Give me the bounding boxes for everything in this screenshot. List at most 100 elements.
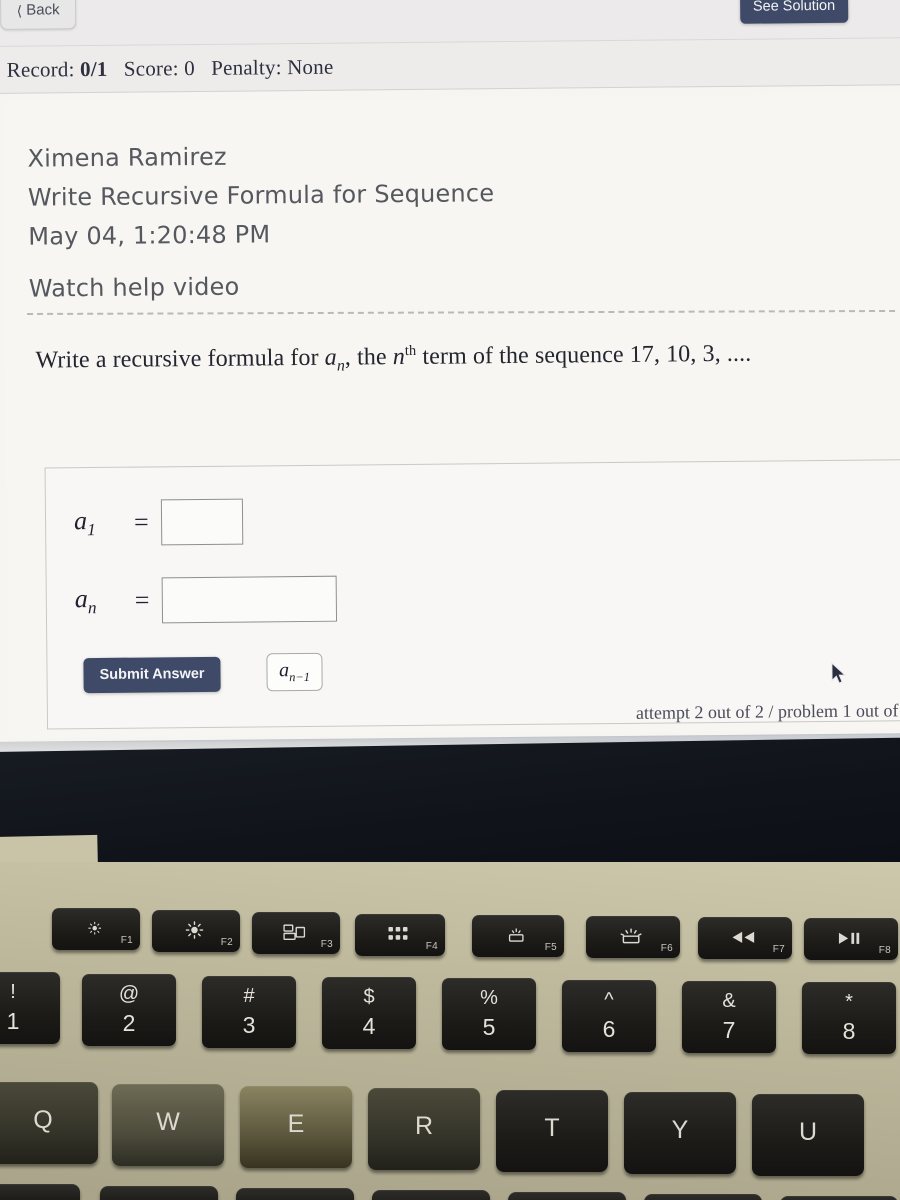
key-2-shift-label: @ xyxy=(118,983,140,1005)
palette-expression: an−1 xyxy=(279,659,311,685)
answer-card: a1 = an = Submit Answer an−1 attempt 2 o… xyxy=(44,459,900,730)
key-2-label: 2 xyxy=(122,1010,136,1036)
key-f2-label: F2 xyxy=(220,937,233,948)
key-f8[interactable]: F8 xyxy=(804,918,898,960)
key-7-label: 7 xyxy=(722,1017,736,1043)
key-y-label: Y xyxy=(671,1116,689,1144)
key-5[interactable]: % 5 xyxy=(442,978,536,1050)
assignment-timestamp: May 04, 1:20:48 PM xyxy=(28,220,271,251)
key-e[interactable]: E xyxy=(240,1086,352,1168)
a1-input[interactable] xyxy=(160,498,243,546)
key-1-label: 1 xyxy=(6,1008,20,1034)
key-1-shift-label: ! xyxy=(10,981,16,1003)
app-page: ⟨ Back See Solution Record: 0/1 Score: 0… xyxy=(0,0,900,742)
student-name: Ximena Ramirez xyxy=(27,142,227,173)
key-f8-label: F8 xyxy=(878,945,891,956)
see-solution-button[interactable]: See Solution xyxy=(739,0,849,24)
penalty-value: None xyxy=(287,54,334,79)
key-bottom-row-partial-5[interactable] xyxy=(508,1192,626,1200)
an-input-row: an = xyxy=(74,575,337,625)
record-value: 0/1 xyxy=(79,56,108,81)
problem-text-before: Write a recursive formula for xyxy=(35,344,325,374)
key-f4[interactable]: F4 xyxy=(355,914,445,956)
penalty-label: Penalty: xyxy=(211,54,282,80)
watch-help-video-link[interactable]: Watch help video xyxy=(29,265,496,309)
key-bottom-row-partial-3[interactable] xyxy=(236,1188,354,1200)
problem-var-nth: nth xyxy=(392,342,417,371)
status-summary: Record: 0/1 Score: 0 Penalty: None xyxy=(7,54,334,82)
key-r[interactable]: R xyxy=(368,1088,480,1170)
key-6[interactable]: ^ 6 xyxy=(562,980,656,1052)
chevron-left-icon: ⟨ xyxy=(16,2,23,19)
key-f3[interactable]: F3 xyxy=(252,912,340,954)
an-label: an xyxy=(74,583,97,618)
key-f7-label: F7 xyxy=(772,944,785,955)
laptop-screen: ⟨ Back See Solution Record: 0/1 Score: 0… xyxy=(0,0,900,775)
key-w[interactable]: W xyxy=(112,1084,224,1166)
key-6-label: 6 xyxy=(602,1016,616,1042)
assignment-title: Write Recursive Formula for Sequence xyxy=(27,179,495,212)
rewind-icon xyxy=(731,931,755,944)
problem-text-mid: , the xyxy=(344,344,393,371)
an-minus-1-palette-button[interactable]: an−1 xyxy=(266,652,323,692)
key-f5[interactable]: F5 xyxy=(472,915,564,957)
key-bottom-row-partial-4[interactable] xyxy=(372,1190,490,1200)
submit-answer-button[interactable]: Submit Answer xyxy=(83,656,221,694)
problem-var-an: an xyxy=(324,344,346,375)
record-label: Record: xyxy=(6,56,75,82)
key-6-shift-label: ^ xyxy=(604,989,614,1011)
score-value: 0 xyxy=(184,55,195,80)
an-input[interactable] xyxy=(161,575,337,624)
key-bottom-row-partial-1[interactable] xyxy=(0,1184,80,1200)
key-f7[interactable]: F7 xyxy=(698,917,792,959)
key-f6[interactable]: F6 xyxy=(586,916,680,958)
key-bottom-row-partial-7[interactable] xyxy=(780,1196,898,1200)
key-f2[interactable]: F2 xyxy=(152,910,240,952)
key-bottom-row-partial-2[interactable] xyxy=(100,1186,218,1200)
key-f5-label: F5 xyxy=(544,942,557,953)
key-e-label: E xyxy=(287,1110,305,1138)
key-3[interactable]: # 3 xyxy=(202,976,296,1048)
key-8[interactable]: * 8 xyxy=(802,982,896,1054)
key-1[interactable]: ! 1 xyxy=(0,972,60,1044)
key-f1[interactable]: F1 xyxy=(52,908,140,950)
status-bar: Record: 0/1 Score: 0 Penalty: None Co xyxy=(0,37,900,94)
key-4-label: 4 xyxy=(362,1013,376,1039)
key-5-shift-label: % xyxy=(480,987,498,1009)
key-8-label: 8 xyxy=(842,1018,856,1044)
key-y[interactable]: Y xyxy=(624,1092,736,1174)
key-f6-label: F6 xyxy=(660,943,673,954)
score-label: Score: xyxy=(123,55,179,81)
key-bottom-row-partial-6[interactable] xyxy=(644,1194,762,1200)
brightness-down-icon xyxy=(87,920,103,936)
key-4-shift-label: $ xyxy=(363,986,375,1008)
key-3-label: 3 xyxy=(242,1012,256,1038)
back-button[interactable]: ⟨ Back xyxy=(0,0,77,30)
key-r-label: R xyxy=(414,1112,434,1140)
brightness-up-icon xyxy=(185,921,204,940)
key-t[interactable]: T xyxy=(496,1090,608,1172)
key-w-label: W xyxy=(156,1108,180,1136)
assignment-header: Ximena Ramirez Write Recursive Formula f… xyxy=(27,135,495,309)
a1-input-row: a1 = xyxy=(73,498,243,547)
a1-label: a1 xyxy=(73,505,96,540)
problem-statement: Write a recursive formula for an, the nt… xyxy=(35,338,900,378)
attempt-status-text: attempt 2 out of 2 / problem 1 out of xyxy=(635,700,899,723)
key-7[interactable]: & 7 xyxy=(682,981,776,1053)
keyboard-backlight-up-icon xyxy=(619,928,643,944)
key-4[interactable]: $ 4 xyxy=(322,977,416,1049)
key-u-label: U xyxy=(798,1118,818,1146)
key-q[interactable]: Q xyxy=(0,1082,98,1164)
key-2[interactable]: @ 2 xyxy=(82,974,176,1046)
key-q-label: Q xyxy=(33,1106,53,1134)
launchpad-icon xyxy=(388,926,408,942)
problem-text-after: term of the sequence 17, 10, 3, .... xyxy=(416,340,752,370)
mission-control-icon xyxy=(283,924,306,940)
back-button-label: Back xyxy=(26,1,60,19)
screenshot-root: ⟨ Back See Solution Record: 0/1 Score: 0… xyxy=(0,0,900,1200)
key-f3-label: F3 xyxy=(320,939,333,950)
key-u[interactable]: U xyxy=(752,1094,864,1176)
submit-answer-label: Submit Answer xyxy=(99,665,205,683)
problem-content: Ximena Ramirez Write Recursive Formula f… xyxy=(3,93,900,738)
key-f4-label: F4 xyxy=(425,941,438,952)
